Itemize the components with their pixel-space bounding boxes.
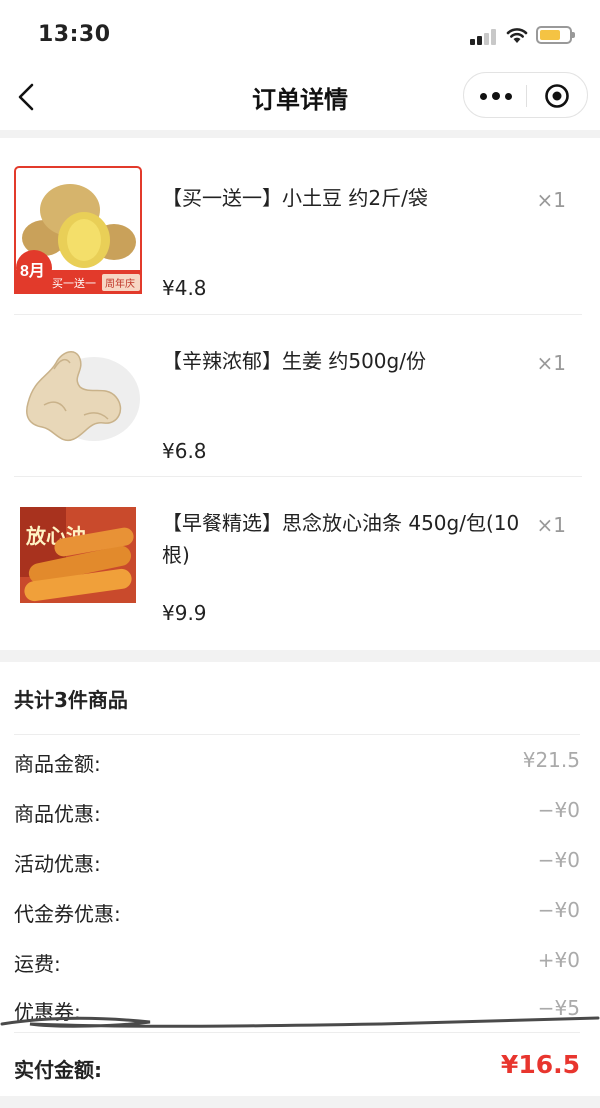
- row-label: 商品金额:: [14, 752, 101, 776]
- summary-row: 代金券优惠: −¥0: [14, 898, 580, 934]
- target-icon[interactable]: [544, 83, 570, 109]
- row-label: 活动优惠:: [14, 852, 101, 876]
- capsule-divider: [526, 85, 527, 107]
- row-value: +¥0: [537, 948, 580, 972]
- status-time: 13:30: [38, 22, 111, 47]
- wifi-icon: [506, 28, 528, 43]
- product-title: 【辛辣浓郁】生姜 约500g/份: [162, 349, 426, 373]
- row-value: −¥0: [537, 798, 580, 822]
- product-image-potato[interactable]: 8月 买一送一 周年庆: [14, 166, 142, 294]
- row-label: 运费:: [14, 952, 61, 976]
- badge-tag: 周年庆: [105, 277, 135, 290]
- signal-icon: [470, 29, 498, 45]
- product-image-ginger[interactable]: [14, 329, 142, 457]
- product-image-youtiao[interactable]: 放心油: [14, 491, 142, 619]
- row-value: −¥5: [537, 996, 580, 1020]
- row-label: 商品优惠:: [14, 802, 101, 826]
- order-detail-page: 13:30 订单详情 8月 买一送一 周年庆 【买一送一】小土豆 约2斤/袋 ×…: [0, 0, 600, 1108]
- badge-month: 8月: [20, 262, 45, 280]
- badge-text: 买一送一: [52, 276, 96, 290]
- product-quantity: ×1: [536, 351, 566, 375]
- status-bar: 13:30: [0, 0, 600, 68]
- product-list: 8月 买一送一 周年庆 【买一送一】小土豆 约2斤/袋 ×1 ¥4.8 【辛辣浓…: [0, 138, 600, 650]
- product-title: 【早餐精选】思念放心油条 450g/包(10根): [162, 511, 520, 567]
- product-price: ¥4.8: [162, 276, 207, 300]
- row-value: ¥21.5: [522, 748, 580, 772]
- summary-row: 商品金额: ¥21.5: [14, 748, 580, 784]
- row-label: 优惠券:: [14, 1000, 81, 1024]
- amount-paid-label: 实付金额:: [14, 1058, 102, 1082]
- menu-capsule: [463, 72, 588, 118]
- nav-bar: 订单详情: [0, 68, 600, 130]
- product-item[interactable]: 放心油 【早餐精选】思念放心油条 450g/包(10根) ×1 ¥9.9: [14, 476, 582, 638]
- divider: [14, 734, 580, 735]
- more-icon[interactable]: [480, 87, 514, 105]
- amount-paid-value: ¥16.5: [500, 1050, 580, 1079]
- product-item[interactable]: 8月 买一送一 周年庆 【买一送一】小土豆 约2斤/袋 ×1 ¥4.8: [14, 152, 582, 314]
- row-label: 代金券优惠:: [14, 902, 121, 926]
- summary-row: 商品优惠: −¥0: [14, 798, 580, 834]
- battery-icon: [536, 26, 575, 44]
- total-items-label: 共计3件商品: [14, 688, 128, 712]
- product-quantity: ×1: [536, 513, 566, 537]
- product-price: ¥6.8: [162, 439, 207, 463]
- row-value: −¥0: [537, 848, 580, 872]
- product-quantity: ×1: [536, 188, 566, 212]
- summary-row: 活动优惠: −¥0: [14, 848, 580, 884]
- divider: [14, 1032, 580, 1033]
- row-value: −¥0: [537, 898, 580, 922]
- product-title: 【买一送一】小土豆 约2斤/袋: [162, 186, 428, 210]
- product-item[interactable]: 【辛辣浓郁】生姜 约500g/份 ×1 ¥6.8: [14, 314, 582, 476]
- summary-row: 运费: +¥0: [14, 948, 580, 984]
- product-price: ¥9.9: [162, 601, 207, 625]
- order-summary: 共计3件商品 商品金额: ¥21.5 商品优惠: −¥0 活动优惠: −¥0 代…: [0, 662, 600, 1096]
- summary-row: 优惠券: −¥5: [14, 996, 580, 1032]
